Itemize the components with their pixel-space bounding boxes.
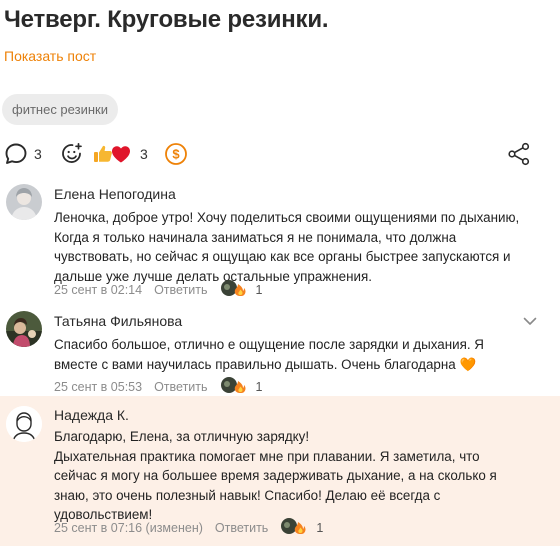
comment-time: 25 сент в 05:53 — [54, 379, 143, 394]
comment-reactions[interactable]: 1 — [220, 279, 263, 300]
reactions-count: 1 — [316, 520, 324, 535]
comment-text: Благодарю, Елена, за отличную зарядку! Д… — [54, 429, 497, 522]
comment-text: Леночка, доброе утро! Хочу поделиться св… — [54, 210, 520, 284]
emoji-heart: 🧡 — [459, 356, 477, 372]
comment-item-highlighted: Надежда К. Благодарю, Елена, за отличную… — [0, 396, 560, 546]
fire-icon — [280, 517, 310, 538]
comment-item: Елена Непогодина Леночка, доброе утро! Х… — [0, 176, 560, 297]
comment-text: Спасибо большое, отлично е ощущение посл… — [54, 335, 524, 374]
post-actions-bar: 3 3 $ — [0, 140, 560, 168]
reactions-count: 3 — [140, 146, 148, 162]
comment-time: 25 сент в 02:14 — [54, 282, 143, 297]
comment-text-body: Спасибо большое, отлично е ощущение посл… — [54, 337, 484, 372]
comment-meta: 25 сент в 02:14 Ответить 1 — [54, 279, 262, 300]
reactions-summary[interactable]: 3 — [92, 140, 148, 168]
comment-icon — [4, 142, 28, 166]
reactions-count: 1 — [255, 379, 263, 394]
add-reaction-button[interactable] — [60, 140, 84, 168]
donate-button[interactable]: $ — [164, 140, 188, 168]
avatar[interactable] — [6, 311, 42, 347]
share-button[interactable] — [506, 140, 532, 168]
svg-text:$: $ — [172, 147, 180, 162]
comment-author[interactable]: Надежда К. — [54, 407, 129, 423]
comment-reactions[interactable]: 1 — [280, 517, 323, 538]
reply-button[interactable]: Ответить — [215, 521, 268, 535]
comment-item: Татьяна Фильянова Спасибо большое, отлич… — [0, 303, 560, 395]
reply-button[interactable]: Ответить — [154, 283, 207, 297]
reply-button[interactable]: Ответить — [154, 380, 207, 394]
reactions-count: 1 — [255, 282, 263, 297]
fire-icon — [220, 279, 250, 300]
comments-count: 3 — [34, 146, 42, 162]
fire-icon — [220, 376, 250, 397]
show-post-link[interactable]: Показать пост — [4, 48, 96, 64]
avatar[interactable] — [6, 406, 42, 442]
comment-meta: 25 сент в 07:16 (изменен) Ответить 1 — [54, 517, 323, 538]
comment-meta: 25 сент в 05:53 Ответить 1 — [54, 376, 262, 397]
post-title: Четверг. Круговые резинки. — [4, 6, 329, 33]
avatar[interactable] — [6, 184, 42, 220]
comments-button[interactable]: 3 — [4, 140, 42, 168]
comment-reactions[interactable]: 1 — [220, 376, 263, 397]
heart-icon — [110, 143, 132, 165]
comment-time: 25 сент в 07:16 (изменен) — [54, 520, 203, 535]
chevron-down-icon[interactable] — [522, 313, 538, 334]
tag-chip[interactable]: фитнес резинки — [2, 94, 118, 125]
share-icon — [506, 141, 532, 167]
comment-author[interactable]: Татьяна Фильянова — [54, 313, 182, 329]
smile-plus-icon — [60, 142, 84, 166]
coin-icon: $ — [164, 142, 188, 166]
comment-author[interactable]: Елена Непогодина — [54, 186, 176, 202]
